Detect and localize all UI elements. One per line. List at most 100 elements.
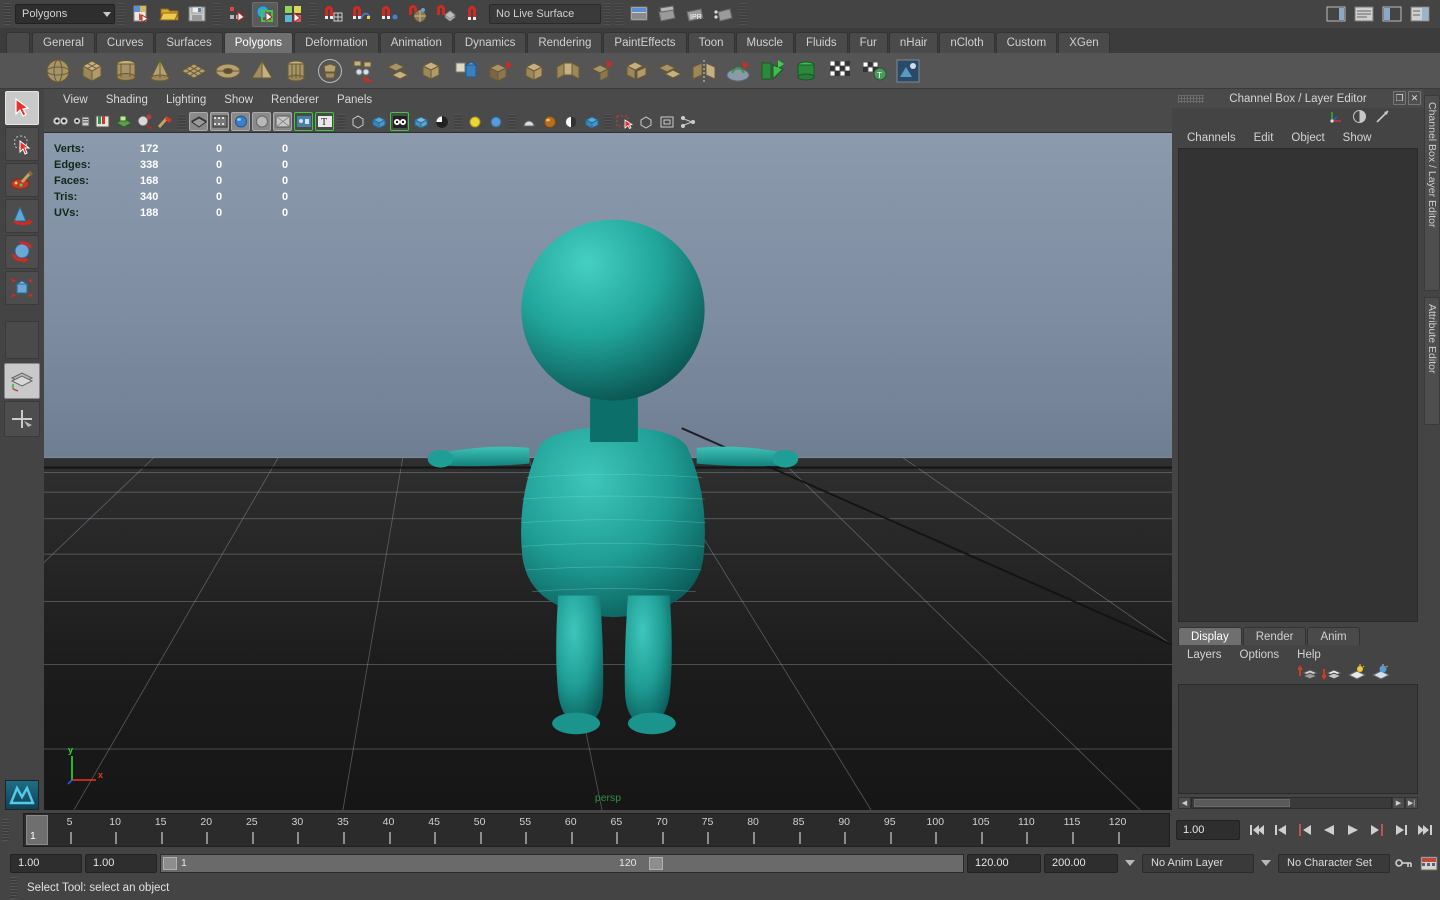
toolbar-separator-6[interactable] [739,3,747,25]
shelf-tab-xgen[interactable]: XGen [1058,32,1110,53]
shelf-tab-custom[interactable]: Custom [995,32,1058,53]
attribute-editor-icon[interactable] [1351,2,1377,27]
uv-editor-icon[interactable]: T [858,55,890,87]
two-d-pan-zoom-icon[interactable] [135,112,154,131]
new-empty-layer-icon[interactable] [1321,664,1343,684]
snap-to-point-icon[interactable] [376,2,402,27]
snap-to-curve-icon[interactable] [348,2,374,27]
layer-editor-menu-layers[interactable]: Layers [1178,649,1231,661]
toolbar-separator-2[interactable] [213,3,221,25]
shadows-icon[interactable] [273,112,292,131]
render-settings-icon[interactable] [710,2,736,27]
poly-wedge-icon[interactable] [620,55,652,87]
poly-combine-icon[interactable] [382,55,414,87]
checker-display-icon[interactable] [432,112,451,131]
poly-torus-icon[interactable] [212,55,244,87]
poly-sculpt-icon[interactable] [722,55,754,87]
poly-prism-icon[interactable] [280,55,312,87]
viewport-menu-renderer[interactable]: Renderer [262,89,328,111]
shelf-tab-fluids[interactable]: Fluids [794,32,848,53]
text-display-icon[interactable]: T [315,112,334,131]
shelf-tab-rendering[interactable]: Rendering [527,32,603,53]
render-region-icon[interactable] [615,112,634,131]
render-current-frame-icon[interactable] [654,2,680,27]
toolbar-separator-3[interactable] [309,3,317,25]
select-tool[interactable] [5,91,39,125]
poly-booleans-icon[interactable] [416,55,448,87]
exposure-icon[interactable] [519,112,538,131]
toolbar-separator[interactable] [117,3,125,25]
resolution-gate-icon[interactable] [390,112,409,131]
anim-layer-chevron-down-icon[interactable] [1125,860,1135,866]
uv-cylindrical-icon[interactable] [790,55,822,87]
share-node-icon[interactable] [678,112,697,131]
channel-box-content[interactable] [1178,148,1418,622]
layer-light-icon[interactable] [1346,664,1367,684]
open-scene-icon[interactable] [156,2,182,27]
range-slider-right-handle[interactable] [649,856,663,870]
wireframe-icon[interactable] [189,112,208,131]
make-live-icon[interactable] [460,2,486,27]
shelf-tab-toon[interactable]: Toon [687,32,735,53]
layer-scrollbar[interactable]: ◀ ▶ ▶| [1178,796,1418,810]
poly-append-icon[interactable] [586,55,618,87]
film-gate-icon[interactable] [369,112,388,131]
scroll-trough[interactable] [1191,797,1392,809]
animation-end-time-field[interactable]: 200.00 [1044,853,1118,873]
attribute-editor-icon[interactable] [1352,109,1367,127]
light-icon[interactable] [465,112,484,131]
tool-settings-icon[interactable] [1379,2,1405,27]
time-slider-grip[interactable] [2,819,9,841]
poly-smooth-icon[interactable] [450,55,482,87]
poly-duplicate-face-icon[interactable] [654,55,686,87]
uv-planar-icon[interactable] [756,55,788,87]
scroll-thumb[interactable] [1194,799,1290,807]
playback-start-time-field[interactable]: 1.00 [85,853,157,873]
poly-plane-icon[interactable] [178,55,210,87]
snap-to-view-plane-icon[interactable] [432,2,458,27]
animation-start-time-field[interactable]: 1.00 [10,853,82,873]
scroll-right-icon[interactable]: ▶ [1392,797,1405,809]
step-back-frame-icon[interactable] [1294,820,1316,840]
image-plane-icon[interactable] [114,112,133,131]
modeling-toolkit-icon[interactable] [1375,109,1390,127]
channel-box-menu-show[interactable]: Show [1334,132,1381,144]
gamma-icon[interactable] [540,112,559,131]
isolate-select-icon[interactable] [582,112,601,131]
character-set-selector[interactable]: No Character Set [1278,853,1390,873]
uv-automatic-icon[interactable] [824,55,856,87]
select-by-hierarchy-icon[interactable] [224,2,250,27]
single-perspective-layout[interactable] [4,363,40,399]
viewport-menu-panels[interactable]: Panels [328,89,381,111]
current-time-indicator[interactable]: 1 [26,815,48,845]
paint-brush-icon[interactable] [156,112,175,131]
shelf-tab-dynamics[interactable]: Dynamics [453,32,527,53]
select-camera-icon[interactable] [51,112,70,131]
panel-grip[interactable] [1178,95,1204,103]
poly-pyramid-icon[interactable] [246,55,278,87]
channel-box-menu-object[interactable]: Object [1282,132,1333,144]
shelf-tab-muscle[interactable]: Muscle [735,32,794,53]
smooth-shade-textured-icon[interactable] [231,112,250,131]
step-forward-frame-icon[interactable] [1366,820,1388,840]
range-slider[interactable]: 1 120 [160,853,964,873]
shelf-tab-animation[interactable]: Animation [379,32,453,53]
poly-extrude-icon[interactable] [484,55,516,87]
time-slider[interactable]: 1 5 10 15 20 25 30 35 40 45 50 55 60 65 70 75 80 85 90 95 1… [23,813,1170,847]
xray-icon[interactable] [294,112,313,131]
shelf-menu-button[interactable] [6,32,30,53]
play-forwards-icon[interactable] [1342,820,1364,840]
shelf-tab-fur[interactable]: Fur [848,32,888,53]
status-line-grip[interactable] [4,3,11,25]
layer-editor-menu-options[interactable]: Options [1231,649,1289,661]
bounding-box-icon[interactable] [636,112,655,131]
ipr-render-icon[interactable]: IPR [682,2,708,27]
channel-box-icon[interactable] [1329,109,1344,127]
close-icon[interactable]: ✕ [1408,91,1421,105]
side-tab-attribute-editor[interactable]: Attribute Editor [1424,297,1440,425]
go-to-start-icon[interactable] [1246,820,1268,840]
anim-layer-selector[interactable]: No Anim Layer [1142,853,1254,873]
poly-cube-icon[interactable] [76,55,108,87]
poly-sphere-icon[interactable] [42,55,74,87]
viewport-menu-lighting[interactable]: Lighting [157,89,215,111]
